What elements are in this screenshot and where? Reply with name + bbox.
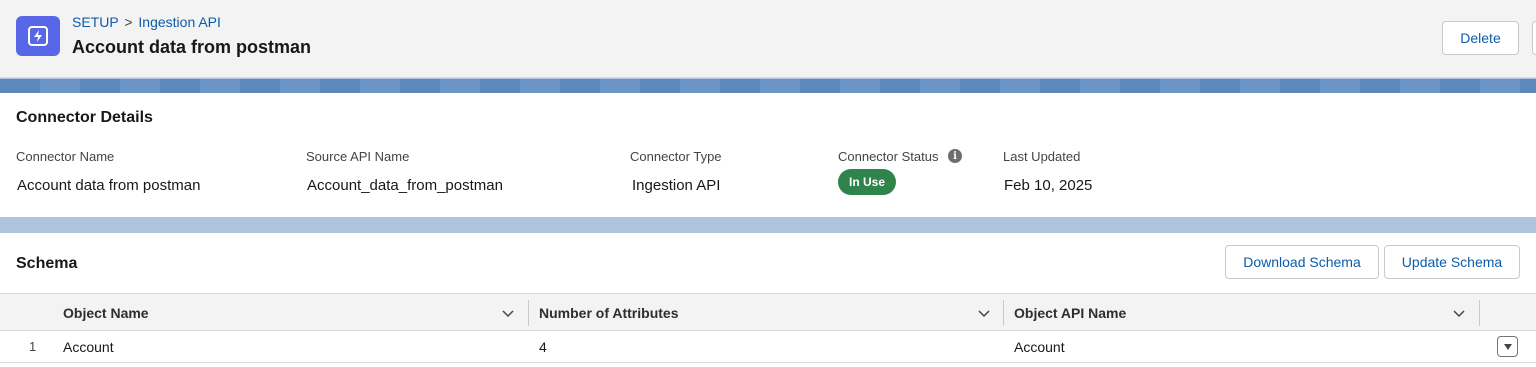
column-header-object-api-name[interactable]: Object API Name — [1014, 294, 1126, 331]
download-schema-button[interactable]: Download Schema — [1225, 245, 1379, 279]
connector-details-title: Connector Details — [16, 109, 153, 126]
delete-button[interactable]: Delete — [1442, 21, 1519, 55]
header-banner — [0, 79, 1536, 93]
source-api-name-label: Source API Name — [306, 149, 410, 164]
chevron-down-icon[interactable] — [977, 306, 991, 320]
connector-type-label: Connector Type — [630, 149, 722, 164]
breadcrumb: SETUP > Ingestion API — [72, 14, 221, 30]
lightning-icon — [16, 16, 60, 56]
connector-details-card: Connector Details Connector Name Account… — [0, 93, 1536, 217]
breadcrumb-ingestion-api-link[interactable]: Ingestion API — [138, 14, 221, 30]
attributes-count-cell: 4 — [539, 338, 547, 355]
source-api-name-value: Account_data_from_postman — [307, 177, 503, 194]
last-updated-value: Feb 10, 2025 — [1004, 177, 1093, 194]
page-header: SETUP > Ingestion API Account data from … — [0, 0, 1536, 78]
table-header: Object Name Number of Attributes Object … — [0, 293, 1536, 331]
column-divider[interactable] — [1003, 300, 1004, 326]
table-row[interactable]: 1 Account 4 Account — [0, 331, 1536, 363]
row-actions-button[interactable] — [1497, 336, 1518, 357]
info-icon[interactable]: i — [948, 149, 962, 163]
object-name-cell: Account — [63, 338, 114, 355]
connector-name-label: Connector Name — [16, 149, 115, 164]
schema-title: Schema — [16, 255, 78, 272]
column-header-object-name[interactable]: Object Name — [63, 294, 149, 331]
update-schema-button[interactable]: Update Schema — [1384, 245, 1520, 279]
connector-status-label: Connector Status — [838, 149, 939, 164]
page-title: Account data from postman — [72, 37, 312, 57]
column-divider[interactable] — [1479, 300, 1480, 326]
chevron-down-icon[interactable] — [501, 306, 515, 320]
row-number: 1 — [29, 339, 37, 354]
status-badge: In Use — [838, 169, 896, 195]
chevron-down-icon[interactable] — [1452, 306, 1466, 320]
column-divider[interactable] — [528, 300, 529, 326]
connector-type-value: Ingestion API — [632, 177, 721, 194]
breadcrumb-separator: > — [124, 14, 133, 30]
more-actions-button[interactable] — [1532, 21, 1536, 55]
caret-down-icon — [1503, 343, 1512, 350]
connector-name-value: Account data from postman — [17, 177, 201, 194]
object-api-name-cell: Account — [1014, 338, 1065, 355]
column-header-number-of-attributes[interactable]: Number of Attributes — [539, 294, 678, 331]
schema-card: Schema Download Schema Update Schema Obj… — [0, 233, 1536, 367]
last-updated-label: Last Updated — [1003, 149, 1081, 164]
breadcrumb-setup-link[interactable]: SETUP — [72, 14, 118, 30]
